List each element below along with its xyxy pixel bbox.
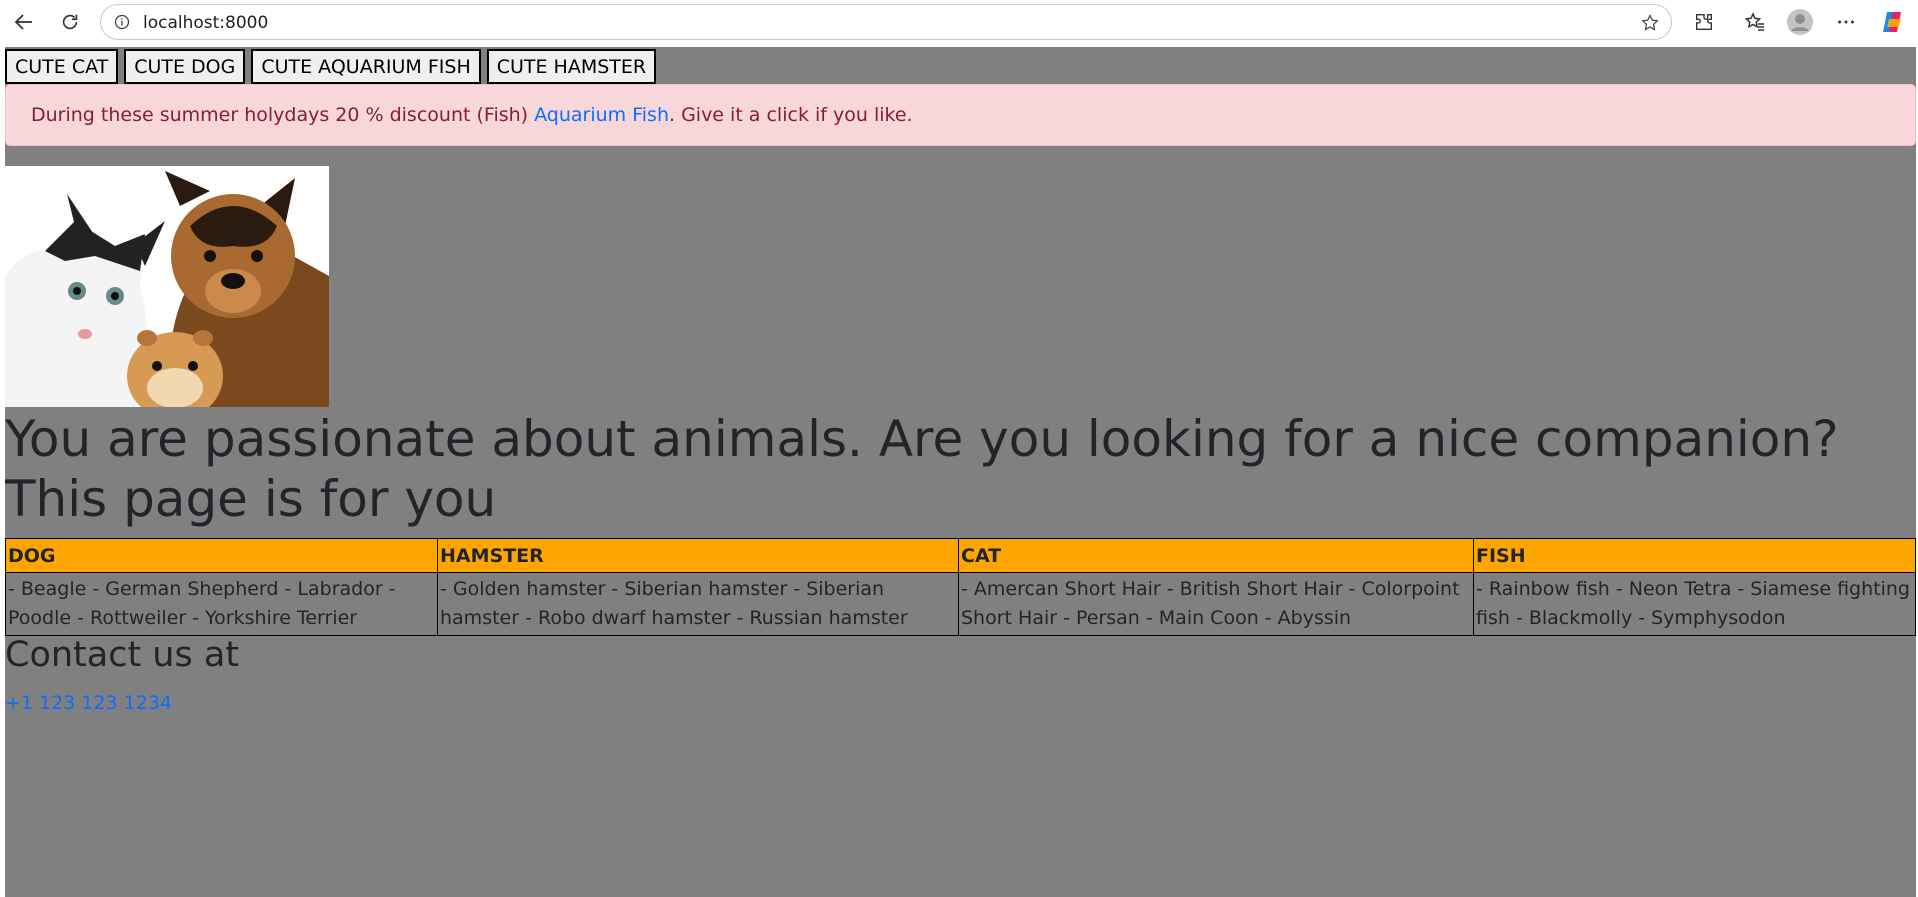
- cute-cat-button[interactable]: CUTE CAT: [5, 49, 119, 84]
- profile-icon[interactable]: [1786, 8, 1814, 36]
- contact-heading: Contact us at: [5, 635, 240, 675]
- column-header-cat: CAT: [958, 538, 1474, 573]
- page-viewport: CUTE CAT CUTE DOG CUTE AQUARIUM FISH CUT…: [5, 47, 1916, 897]
- info-icon[interactable]: [113, 13, 131, 31]
- phone-link[interactable]: +1 123 123 1234: [5, 692, 172, 714]
- favorites-icon[interactable]: [1741, 8, 1769, 36]
- back-icon[interactable]: [8, 7, 40, 37]
- hamster-breeds-cell: - Golden hamster - Siberian hamster - Si…: [437, 572, 959, 636]
- category-nav: CUTE CAT CUTE DOG CUTE AQUARIUM FISH CUT…: [5, 49, 657, 84]
- pets-image: [5, 166, 329, 407]
- cute-dog-button[interactable]: CUTE DOG: [124, 49, 246, 84]
- discount-alert: During these summer holydays 20 % discou…: [5, 84, 1916, 146]
- table-row: - Beagle - German Shepherd - Labrador - …: [5, 572, 1916, 636]
- animals-table: DOG HAMSTER CAT FISH - Beagle - German S…: [5, 538, 1916, 636]
- browser-toolbar: localhost:8000: [0, 0, 1918, 44]
- address-bar[interactable]: localhost:8000: [100, 4, 1672, 40]
- cat-breeds-cell: - Amercan Short Hair - British Short Hai…: [958, 572, 1474, 636]
- cute-aquarium-fish-button[interactable]: CUTE AQUARIUM FISH: [251, 49, 481, 84]
- page-headline: You are passionate about animals. Are yo…: [5, 410, 1839, 528]
- alert-text-before: During these summer holydays 20 % discou…: [31, 104, 535, 126]
- column-header-fish: FISH: [1473, 538, 1916, 573]
- table-header-row: DOG HAMSTER CAT FISH: [5, 538, 1916, 573]
- extensions-icon[interactable]: [1690, 8, 1718, 36]
- url-text[interactable]: localhost:8000: [143, 13, 268, 33]
- cute-hamster-button[interactable]: CUTE HAMSTER: [486, 49, 657, 84]
- column-header-dog: DOG: [5, 538, 438, 573]
- copilot-icon[interactable]: [1878, 8, 1906, 36]
- refresh-icon[interactable]: [54, 7, 86, 37]
- column-header-hamster: HAMSTER: [437, 538, 959, 573]
- alert-text-after: . Give it a click if you like.: [668, 104, 913, 126]
- star-icon[interactable]: [1639, 12, 1661, 34]
- fish-breeds-cell: - Rainbow fish - Neon Tetra - Siamese fi…: [1473, 572, 1916, 636]
- more-icon[interactable]: [1832, 8, 1860, 36]
- dog-breeds-cell: - Beagle - German Shepherd - Labrador - …: [5, 572, 438, 636]
- aquarium-fish-link[interactable]: Aquarium Fish: [534, 104, 669, 126]
